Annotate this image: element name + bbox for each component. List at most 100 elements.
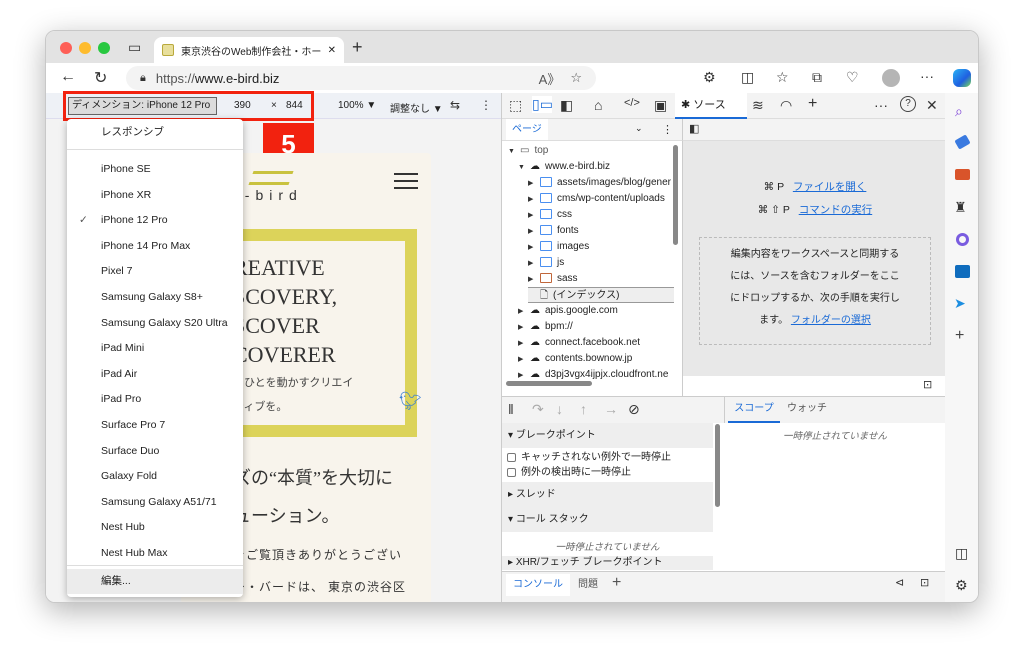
run-command-link[interactable]: コマンドの実行 (799, 204, 873, 216)
deactivate-breakpoints-icon[interactable]: ⊘ (628, 401, 640, 418)
pause-uncaught-checkbox[interactable]: キャッチされない例外で一時停止 (507, 450, 671, 465)
folder-drop-zone[interactable]: 編集内容をワークスペースと同期する には、ソースを含むフォルダーをここ にドロップす… (699, 237, 931, 345)
tree-item-index[interactable]: 🗋︎ (インデックス) (528, 287, 674, 303)
menu-item-device[interactable]: iPad Pro (67, 387, 243, 412)
tree-item-host[interactable]: ▼ ☁︎ www.e-bird.biz (518, 159, 610, 175)
xhr-breakpoints-section[interactable]: ▸ XHR/フェッチ ブレークポイント (502, 556, 713, 570)
chevron-down-icon[interactable]: ⌄ (635, 123, 643, 134)
menu-item-device[interactable]: iPhone XR (67, 183, 243, 208)
tree-item-folder[interactable]: ▶ css (528, 207, 572, 223)
favorite-star-icon[interactable]: ☆ (570, 70, 582, 86)
hide-sidebar-icon[interactable]: ◫ (955, 545, 968, 562)
more-menu-icon[interactable]: ··· (920, 68, 934, 84)
dock-drawer-icon[interactable]: ⊲ (895, 576, 904, 589)
back-button[interactable]: ← (60, 68, 76, 86)
menu-item-device[interactable]: Pixel 7 (67, 259, 243, 284)
tree-item-folder[interactable]: ▶ images (528, 239, 589, 255)
close-devtools-icon[interactable]: ✕ (926, 97, 938, 114)
tree-item-folder[interactable]: ▶ cms/wp-content/uploads (528, 191, 665, 207)
tab-actions-icon[interactable]: ▭ (128, 39, 141, 56)
tab-console[interactable]: コンソール (506, 574, 570, 596)
more-tabs-button[interactable]: + (808, 95, 817, 113)
tab-issues[interactable]: 問題 (578, 574, 598, 596)
step-out-icon[interactable]: ↑ (580, 401, 587, 417)
menu-item-edit[interactable]: 編集... (67, 569, 243, 594)
split-screen-icon[interactable]: ◫ (741, 69, 754, 86)
collections-icon[interactable]: ⧉ (812, 69, 822, 86)
hamburger-menu-icon[interactable] (394, 173, 418, 189)
step-into-icon[interactable]: ↓ (556, 401, 563, 417)
add-sidebar-app-button[interactable]: + (955, 327, 964, 345)
browser-tab[interactable]: 東京渋谷のWeb制作会社・ホーム ✕ (154, 37, 344, 63)
tree-item-origin[interactable]: ▶ ☁︎ bpm:// (518, 319, 573, 335)
read-aloud-icon[interactable]: A》 (539, 69, 561, 88)
minimize-window-button[interactable] (79, 42, 91, 54)
elements-tab-icon[interactable]: </> (624, 97, 640, 109)
menu-item-device[interactable]: Samsung Galaxy S8+ (67, 285, 243, 310)
menu-item-device[interactable]: Galaxy Fold (67, 464, 243, 489)
reload-button[interactable]: ↻ (94, 68, 107, 88)
tab-watch[interactable]: ウォッチ (787, 397, 827, 423)
zoom-select[interactable]: 100% ▼ (338, 100, 376, 111)
toggle-navigator-icon[interactable]: ◧ (689, 122, 699, 135)
favorites-icon[interactable]: ☆ (776, 69, 789, 86)
welcome-home-icon[interactable]: ⌂ (594, 97, 602, 113)
shopping-tag-icon[interactable] (954, 134, 971, 150)
add-drawer-tab-button[interactable]: + (612, 574, 621, 592)
drop-send-icon[interactable]: ➤ (954, 295, 966, 312)
menu-item-device[interactable]: Samsung Galaxy A51/71 (67, 490, 243, 515)
callstack-section[interactable]: ▾ コール スタック (502, 507, 713, 532)
microsoft-365-icon[interactable] (956, 233, 969, 246)
menu-item-device[interactable]: iPad Mini (67, 336, 243, 361)
menu-item-device[interactable]: Nest Hub (67, 515, 243, 540)
debugger-scrollbar[interactable] (715, 424, 720, 507)
copilot-icon[interactable] (953, 69, 971, 87)
search-icon[interactable]: ⌕ (955, 103, 963, 120)
network-tab-icon[interactable]: ≋ (752, 97, 764, 114)
menu-item-device[interactable]: iPad Air (67, 362, 243, 387)
tree-vertical-scrollbar[interactable] (673, 145, 678, 245)
browser-essentials-icon[interactable]: ♡ (846, 69, 859, 86)
tree-horizontal-scrollbar[interactable] (506, 381, 592, 386)
rotate-icon[interactable]: ⇆ (450, 98, 460, 112)
pause-icon[interactable]: ‖ (508, 401, 514, 417)
menu-item-device[interactable]: iPhone SE (67, 157, 243, 182)
throttle-select[interactable]: 調整なし ▼ (390, 100, 443, 115)
tree-item-origin[interactable]: ▶ ☁︎ d3pj3vgx4ijpjx.cloudfront.ne (518, 367, 668, 381)
performance-tab-icon[interactable]: ◠ (780, 97, 792, 114)
tree-item-folder[interactable]: ▶ sass (528, 271, 578, 287)
extensions-icon[interactable]: ⚙ (703, 69, 716, 86)
outlook-icon[interactable] (955, 265, 970, 278)
menu-item-device[interactable]: Nest Hub Max (67, 541, 243, 566)
menu-item-device[interactable]: Samsung Galaxy S20 Ultra (67, 311, 243, 336)
menu-item-device[interactable]: ✓ iPhone 12 Pro (67, 208, 243, 233)
device-more-icon[interactable]: ⋮ (480, 98, 492, 112)
step-icon[interactable]: → (604, 401, 618, 417)
tree-item-origin[interactable]: ▶ ☁︎ apis.google.com (518, 303, 618, 319)
threads-section[interactable]: ▸ スレッド (502, 482, 713, 507)
drawer-toggle-icon[interactable]: ⊡ (923, 378, 932, 391)
tree-item-folder[interactable]: ▶ assets/images/blog/gener (528, 175, 671, 191)
menu-item-responsive[interactable]: レスポンシブ (67, 120, 243, 145)
maximize-window-button[interactable] (98, 42, 110, 54)
menu-item-device[interactable]: iPhone 14 Pro Max (67, 234, 243, 259)
tree-item-origin[interactable]: ▶ ☁︎ contents.bownow.jp (518, 351, 632, 367)
devtools-more-icon[interactable]: ··· (874, 97, 888, 113)
tree-item-folder[interactable]: ▶ js (528, 255, 564, 271)
close-drawer-icon[interactable]: ⊡ (920, 576, 929, 589)
menu-item-device[interactable]: Surface Pro 7 (67, 413, 243, 438)
tab-sources[interactable]: ✱ ソース (675, 93, 747, 119)
close-tab-icon[interactable]: ✕ (328, 45, 336, 56)
console-tab-icon[interactable]: ▣ (654, 97, 667, 114)
tools-briefcase-icon[interactable] (955, 169, 970, 180)
open-file-link[interactable]: ファイルを開く (793, 181, 867, 193)
tab-scope[interactable]: スコープ (728, 397, 780, 423)
sidebar-settings-icon[interactable]: ⚙ (955, 577, 968, 594)
navigator-more-icon[interactable]: ⋮ (662, 123, 673, 136)
breakpoints-section[interactable]: ▾ ブレークポイント (502, 423, 713, 448)
tree-item-top[interactable]: ▼ ▭ top (508, 143, 548, 159)
select-folder-link[interactable]: フォルダーの選択 (791, 315, 871, 326)
dock-side-icon[interactable]: ◧ (560, 97, 573, 114)
help-icon[interactable]: ? (900, 96, 916, 112)
close-window-button[interactable] (60, 42, 72, 54)
